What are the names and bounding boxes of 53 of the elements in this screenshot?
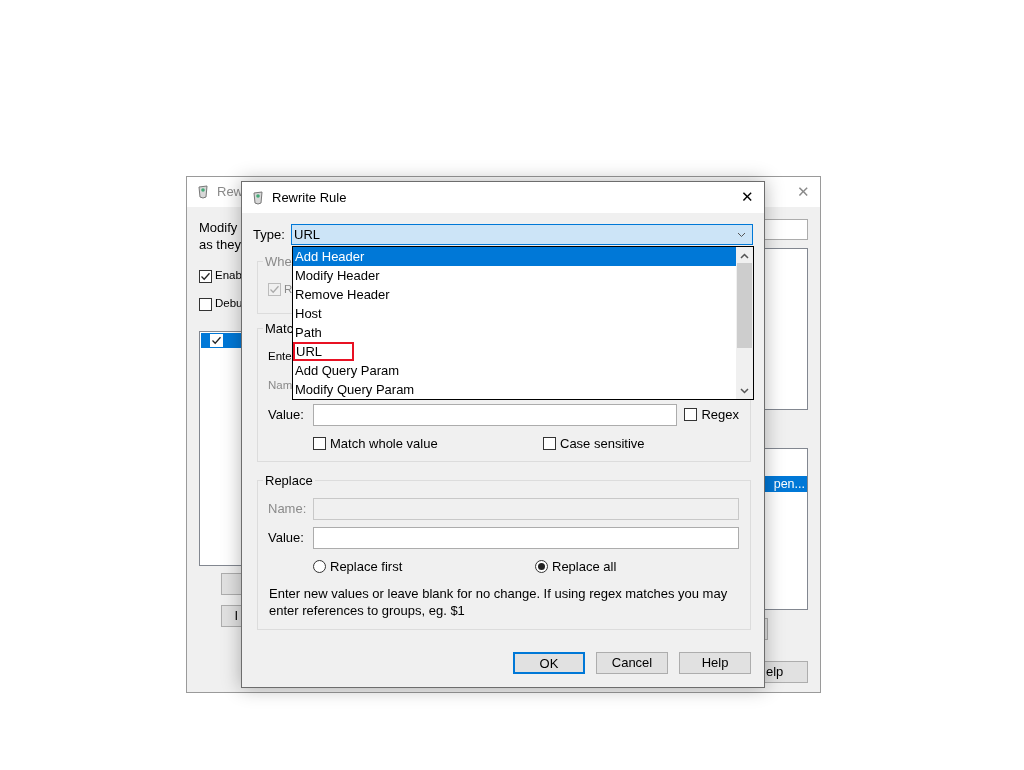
- button[interactable]: elp: [765, 661, 808, 683]
- button[interactable]: Cancel: [596, 652, 668, 674]
- checkbox[interactable]: [684, 408, 698, 421]
- close-button[interactable]: ✕: [741, 186, 754, 209]
- field-label: Value:: [268, 528, 305, 547]
- checkbox-label: Match whole value: [330, 434, 438, 453]
- scroll-up-icon[interactable]: [740, 253, 749, 259]
- checkbox-label: Case sensitive: [560, 434, 645, 453]
- value-field[interactable]: [312, 403, 678, 426]
- scroll-thumb[interactable]: [737, 263, 752, 348]
- dropdown-option[interactable]: URL: [293, 342, 354, 361]
- checkbox[interactable]: [313, 437, 326, 450]
- dropdown-option[interactable]: Remove Header: [293, 285, 390, 304]
- radio-button[interactable]: [535, 560, 548, 573]
- radio-label: Replace first: [330, 557, 403, 576]
- app-icon: [253, 191, 263, 204]
- dropdown-option[interactable]: Add Header: [293, 247, 736, 266]
- checkbox[interactable]: [199, 269, 212, 283]
- scroll-down-icon[interactable]: [740, 388, 749, 394]
- scrollbar[interactable]: [736, 247, 753, 399]
- description-text: Modify: [199, 219, 238, 236]
- button[interactable]: OK: [513, 652, 585, 674]
- field-label: Type:: [253, 225, 286, 244]
- list-row[interactable]: [201, 333, 242, 348]
- radio-label: Replace all: [552, 557, 617, 576]
- text-field[interactable]: [765, 219, 808, 240]
- description-text: as they: [199, 236, 241, 253]
- field-label: Nam: [268, 377, 293, 393]
- button[interactable]: Help: [679, 652, 751, 674]
- checkbox[interactable]: [199, 297, 212, 311]
- close-button[interactable]: ✕: [797, 180, 810, 204]
- field-label: Name:: [268, 499, 308, 518]
- field-label: Value:: [268, 405, 305, 424]
- dropdown-option[interactable]: Host: [293, 304, 322, 323]
- button[interactable]: I: [221, 605, 242, 627]
- caret-icon: [737, 232, 746, 237]
- help-text: Enter new values or leave blank for no change. If using regex matches you may enter references to groups, eg. $1: [268, 585, 729, 619]
- app-icon: [198, 185, 208, 199]
- list-item[interactable]: pen...: [765, 476, 807, 492]
- value-field[interactable]: [312, 526, 739, 549]
- checkbox-label: R: [284, 281, 293, 297]
- dropdown-option[interactable]: Add Query Param: [293, 361, 400, 380]
- checkbox[interactable]: [543, 437, 556, 450]
- dropdown-option[interactable]: Path: [293, 323, 322, 342]
- dropdown-option[interactable]: Modify Header: [293, 266, 380, 285]
- dialog-title: Rewrite Rule: [272, 188, 347, 207]
- hint-text: Ente: [268, 348, 292, 364]
- type-dropdown[interactable]: URL: [291, 224, 753, 245]
- dropdown-option[interactable]: Modify Query Param: [293, 380, 415, 399]
- button[interactable]: [221, 573, 242, 595]
- radio-button[interactable]: [313, 560, 326, 573]
- checkbox-label: Regex: [701, 405, 739, 424]
- checkbox-label: Enab: [215, 268, 242, 284]
